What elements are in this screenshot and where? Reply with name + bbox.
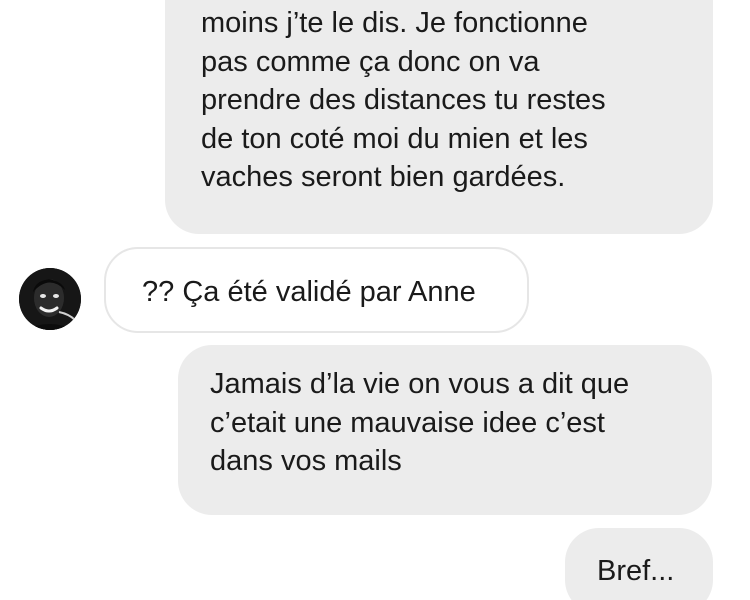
message-line: dans vos mails [210,445,402,477]
chat-thread: moins j’te le dis. Je fonctionne pas com… [0,0,750,600]
message-line: moins j’te le dis. Je fonctionne [201,7,588,39]
avatar-image [19,268,81,330]
received-message-bubble[interactable]: ?? Ça été validé par Anne [104,247,529,333]
message-text: ?? Ça été validé par Anne [142,276,476,308]
message-text: Bref... [597,555,675,587]
message-line: pas comme ça donc on va [201,45,540,78]
sent-message-bubble[interactable]: Bref... [565,528,713,600]
person-avatar-icon[interactable] [19,268,81,330]
message-line: prendre des distances tu restes [201,84,606,116]
sent-message-bubble[interactable]: Jamais d’la vie on vous a dit que c’etai… [178,345,712,515]
message-line: de ton coté moi du mien et les [201,122,588,155]
sent-message-bubble[interactable]: moins j’te le dis. Je fonctionne pas com… [165,0,713,234]
message-line: c’etait une mauvaise idee c’est [210,406,605,439]
message-line: vaches seront bien gardées. [201,161,566,193]
message-line: Jamais d’la vie on vous a dit que [210,368,630,400]
